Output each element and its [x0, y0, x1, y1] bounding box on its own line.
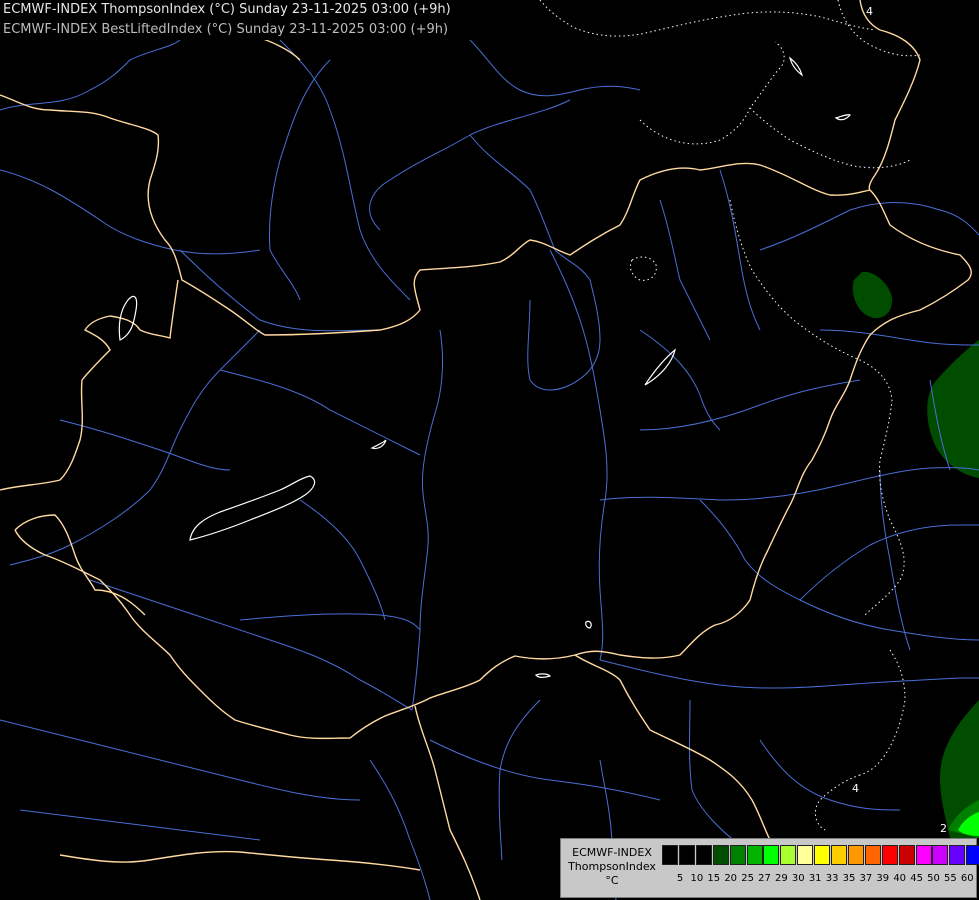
legend-swatch	[797, 845, 814, 865]
legend-swatch	[864, 845, 881, 865]
legend-swatch	[932, 845, 949, 865]
legend-swatch	[949, 845, 966, 865]
legend-swatch	[915, 845, 932, 865]
legend-label: ECMWF-INDEX ThompsonIndex °C	[565, 846, 659, 888]
legend-swatch	[695, 845, 712, 865]
legend-swatch	[966, 845, 979, 865]
legend-swatch	[898, 845, 915, 865]
legend-swatch	[780, 845, 797, 865]
map-title-primary: ECMWF-INDEX ThompsonIndex (°C) Sunday 23…	[3, 2, 451, 17]
legend-model: ECMWF-INDEX	[572, 846, 652, 859]
legend-swatch	[847, 845, 864, 865]
legend-swatch	[662, 845, 678, 865]
legend-swatch	[729, 845, 746, 865]
legend-swatch	[814, 845, 831, 865]
legend-swatch	[881, 845, 898, 865]
weather-map: 4 4 2	[0, 0, 979, 900]
map-title-secondary: ECMWF-INDEX BestLiftedIndex (°C) Sunday …	[3, 22, 449, 37]
contour-label: 4	[866, 5, 873, 18]
legend-unit: °C	[605, 874, 619, 887]
contour-label: 2	[940, 822, 947, 835]
legend-parameter: ThompsonIndex	[568, 860, 656, 873]
legend-swatch	[746, 845, 763, 865]
contour-label: 4	[852, 782, 859, 795]
map-title-box: ECMWF-INDEX ThompsonIndex (°C) Sunday 23…	[0, 0, 454, 40]
legend-swatch	[712, 845, 729, 865]
legend-tick-label: 60	[960, 873, 974, 884]
color-legend: ECMWF-INDEX ThompsonIndex °C 5 10 15 20 25 27…	[560, 838, 979, 898]
legend-swatch	[763, 845, 780, 865]
legend-swatch	[678, 845, 695, 865]
legend-swatch	[831, 845, 847, 865]
